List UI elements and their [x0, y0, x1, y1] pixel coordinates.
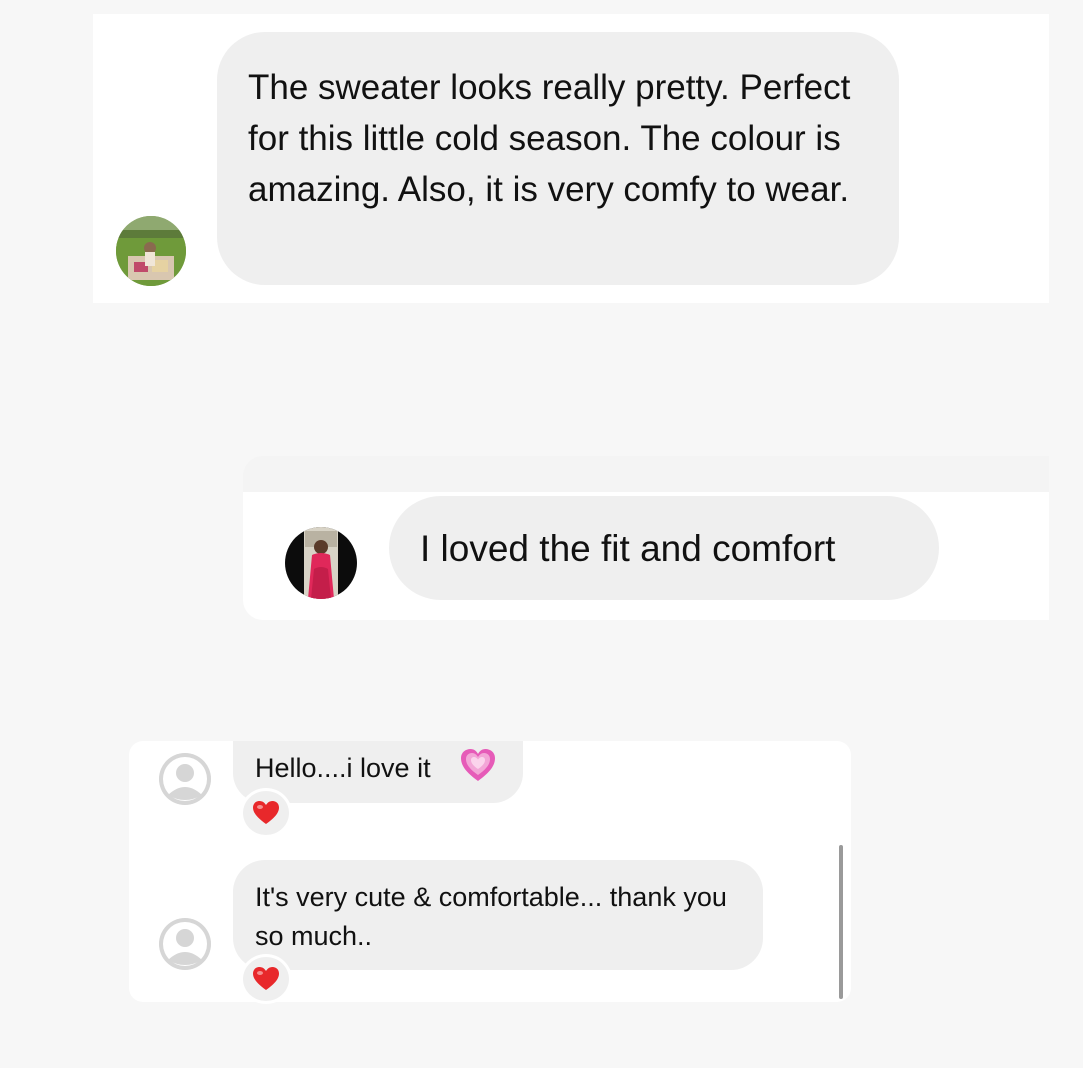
message-bubble-1[interactable]: The sweater looks really pretty. Perfect… [217, 32, 899, 285]
red-heart-icon [252, 966, 280, 992]
profile-photo-red-dress-icon[interactable] [285, 527, 357, 599]
red-heart-icon [252, 800, 280, 826]
default-user-icon[interactable] [159, 753, 211, 805]
comment-text-1: Hello....i love it [255, 753, 431, 783]
message-panel-1: The sweater looks really pretty. Perfect… [93, 14, 1049, 303]
message-bubble-2[interactable]: I loved the fit and comfort [389, 496, 939, 600]
comment-thread-panel: Hello....i love it It's very cute & comf… [129, 741, 851, 1004]
message-panel-2: I loved the fit and comfort [243, 492, 1049, 620]
scrollbar[interactable] [839, 845, 843, 999]
reaction-badge-2[interactable] [240, 954, 292, 1004]
default-user-icon[interactable] [159, 918, 211, 970]
reaction-badge-1[interactable] [240, 788, 292, 838]
comment-text-2: It's very cute & comfortable... thank yo… [255, 882, 727, 951]
message-text-2: I loved the fit and comfort [420, 528, 836, 569]
pink-heart-icon [459, 747, 497, 785]
message-panel-2-top-strip [243, 456, 1049, 492]
comment-bubble-2[interactable]: It's very cute & comfortable... thank yo… [233, 860, 763, 970]
message-text-1: The sweater looks really pretty. Perfect… [248, 68, 851, 209]
profile-photo-outdoor-picnic-icon[interactable] [116, 216, 186, 286]
